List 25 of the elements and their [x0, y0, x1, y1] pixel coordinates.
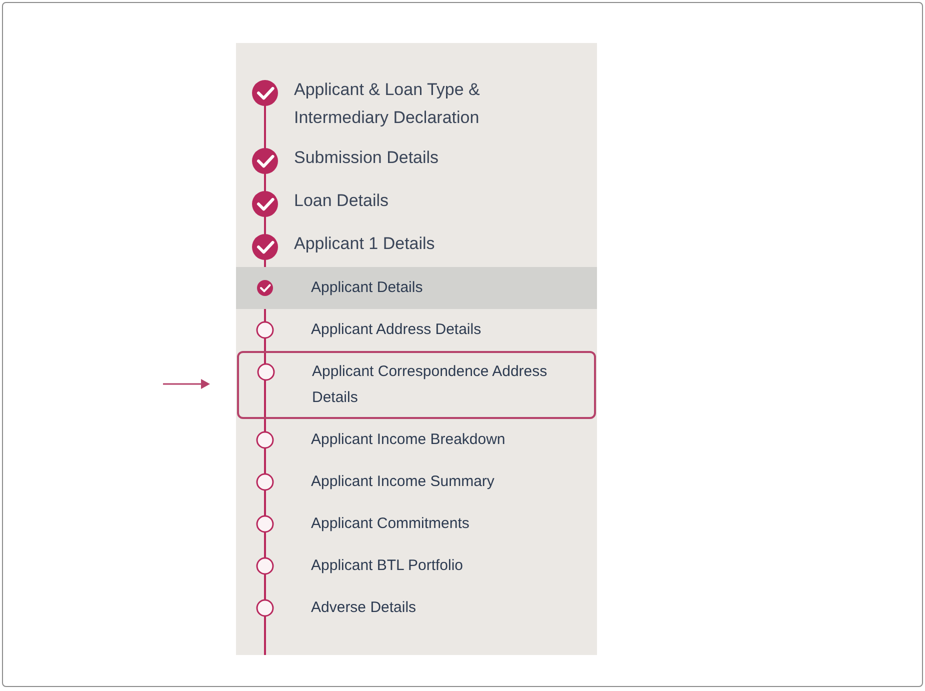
step-item[interactable]: Applicant & Loan Type & Intermediary Declaration: [236, 70, 597, 138]
highlighted-step[interactable]: Applicant Correspondence Address Details: [237, 351, 596, 419]
step-label: Adverse Details: [311, 598, 418, 618]
step-label: Applicant 1 Details: [294, 233, 436, 255]
step-label: Applicant BTL Portfolio: [311, 556, 464, 576]
step-item[interactable]: Loan Details: [236, 181, 597, 224]
step-label: Loan Details: [294, 190, 390, 212]
arrow-icon: [163, 377, 211, 391]
step-item[interactable]: Applicant Details: [236, 267, 597, 309]
step-label: Submission Details: [294, 147, 440, 169]
step-item[interactable]: Applicant Address Details: [236, 309, 597, 351]
step-label: Applicant Income Summary: [311, 472, 496, 492]
step-item[interactable]: Applicant BTL Portfolio: [236, 545, 597, 587]
step-item[interactable]: Applicant Income Breakdown: [236, 419, 597, 461]
step-label: Applicant Income Breakdown: [311, 430, 506, 450]
step-item[interactable]: Applicant Commitments: [236, 503, 597, 545]
step-label: Applicant Correspondence Address Details: [312, 362, 548, 408]
step-item[interactable]: Applicant Income Summary: [236, 461, 597, 503]
step-label: Applicant & Loan Type & Intermediary Declaration: [294, 79, 481, 129]
step-item[interactable]: Adverse Details: [236, 587, 597, 629]
step-item[interactable]: Applicant 1 Details: [236, 224, 597, 267]
step-label: Applicant Address Details: [311, 320, 482, 340]
step-item[interactable]: Submission Details: [236, 138, 597, 181]
step-label: Applicant Commitments: [311, 514, 470, 534]
step-label: Applicant Details: [311, 278, 424, 298]
